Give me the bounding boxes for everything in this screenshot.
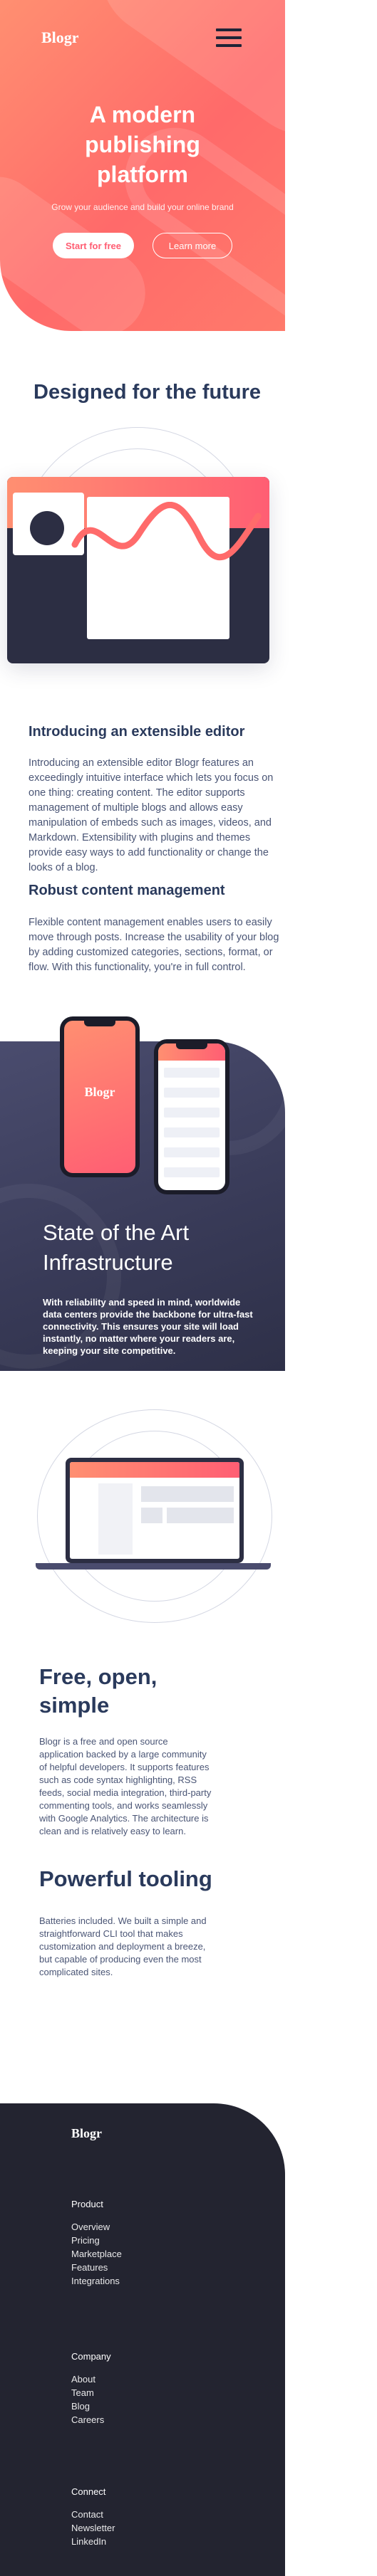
footer: Blogr Product Overview Pricing Marketpla…	[0, 2103, 285, 2576]
footer-link[interactable]: Blog	[71, 2401, 90, 2412]
laptop-base	[36, 1563, 271, 1570]
footer-logo[interactable]: Blogr	[71, 2126, 102, 2141]
footer-link[interactable]: Marketplace	[71, 2249, 122, 2259]
footer-link[interactable]: Integrations	[71, 2276, 120, 2286]
hamburger-menu-icon[interactable]	[216, 28, 242, 50]
footer-link[interactable]: Pricing	[71, 2235, 100, 2246]
footer-link[interactable]: Features	[71, 2262, 108, 2273]
content-text: Flexible content management enables user…	[29, 917, 279, 973]
phone-mockup: Blogr	[60, 1016, 140, 1177]
footer-link[interactable]: Careers	[71, 2414, 104, 2425]
editor-mockup	[7, 477, 269, 663]
logo[interactable]: Blogr	[41, 28, 79, 47]
editor-heading: Introducing an extensible editor	[29, 724, 245, 740]
phone-logo: Blogr	[84, 1085, 115, 1099]
editor-illustration	[0, 420, 285, 712]
content-heading: Robust content management	[29, 883, 225, 898]
laptop-illustration	[0, 1395, 285, 1630]
infrastructure-title: State of the Art Infrastructure	[43, 1220, 190, 1275]
footer-link[interactable]: LinkedIn	[71, 2536, 106, 2547]
footer-heading-company: Company	[71, 2351, 111, 2362]
free-open-title: Free, open, simple	[39, 1664, 157, 1718]
laptop-screen	[66, 1458, 244, 1563]
infrastructure-section: State of the Art Infrastructure With rel…	[0, 1041, 285, 1371]
avatar	[30, 511, 64, 545]
phone-mockup	[154, 1039, 229, 1194]
footer-link[interactable]: Overview	[71, 2222, 110, 2232]
learn-more-button[interactable]: Learn more	[153, 233, 232, 258]
start-for-free-button[interactable]: Start for free	[53, 233, 134, 258]
page: { "header": { "logo": "Blogr", "menu_ico…	[0, 0, 377, 2576]
tooling-text: Batteries included. We built a simple an…	[39, 1915, 207, 1977]
footer-link[interactable]: Team	[71, 2387, 94, 2398]
footer-link[interactable]: Newsletter	[71, 2523, 115, 2533]
tooling-title: Powerful tooling	[39, 1866, 212, 1891]
wave-graphic	[71, 502, 262, 561]
hero-section: Blogr A modern publishing platform Grow …	[0, 0, 285, 331]
footer-link[interactable]: Contact	[71, 2509, 103, 2520]
footer-link[interactable]: About	[71, 2374, 95, 2385]
infrastructure-text: With reliability and speed in mind, worl…	[43, 1297, 253, 1356]
footer-heading-connect: Connect	[71, 2486, 106, 2497]
free-open-text: Blogr is a free and open source applicat…	[39, 1736, 212, 1836]
hero-subtitle: Grow your audience and build your online…	[51, 202, 234, 212]
footer-heading-product: Product	[71, 2199, 103, 2209]
section-title: Designed for the future	[33, 381, 262, 404]
editor-text: Introducing an extensible editor Blogr f…	[29, 757, 274, 873]
hero-title: A modern publishing platform	[85, 102, 200, 187]
